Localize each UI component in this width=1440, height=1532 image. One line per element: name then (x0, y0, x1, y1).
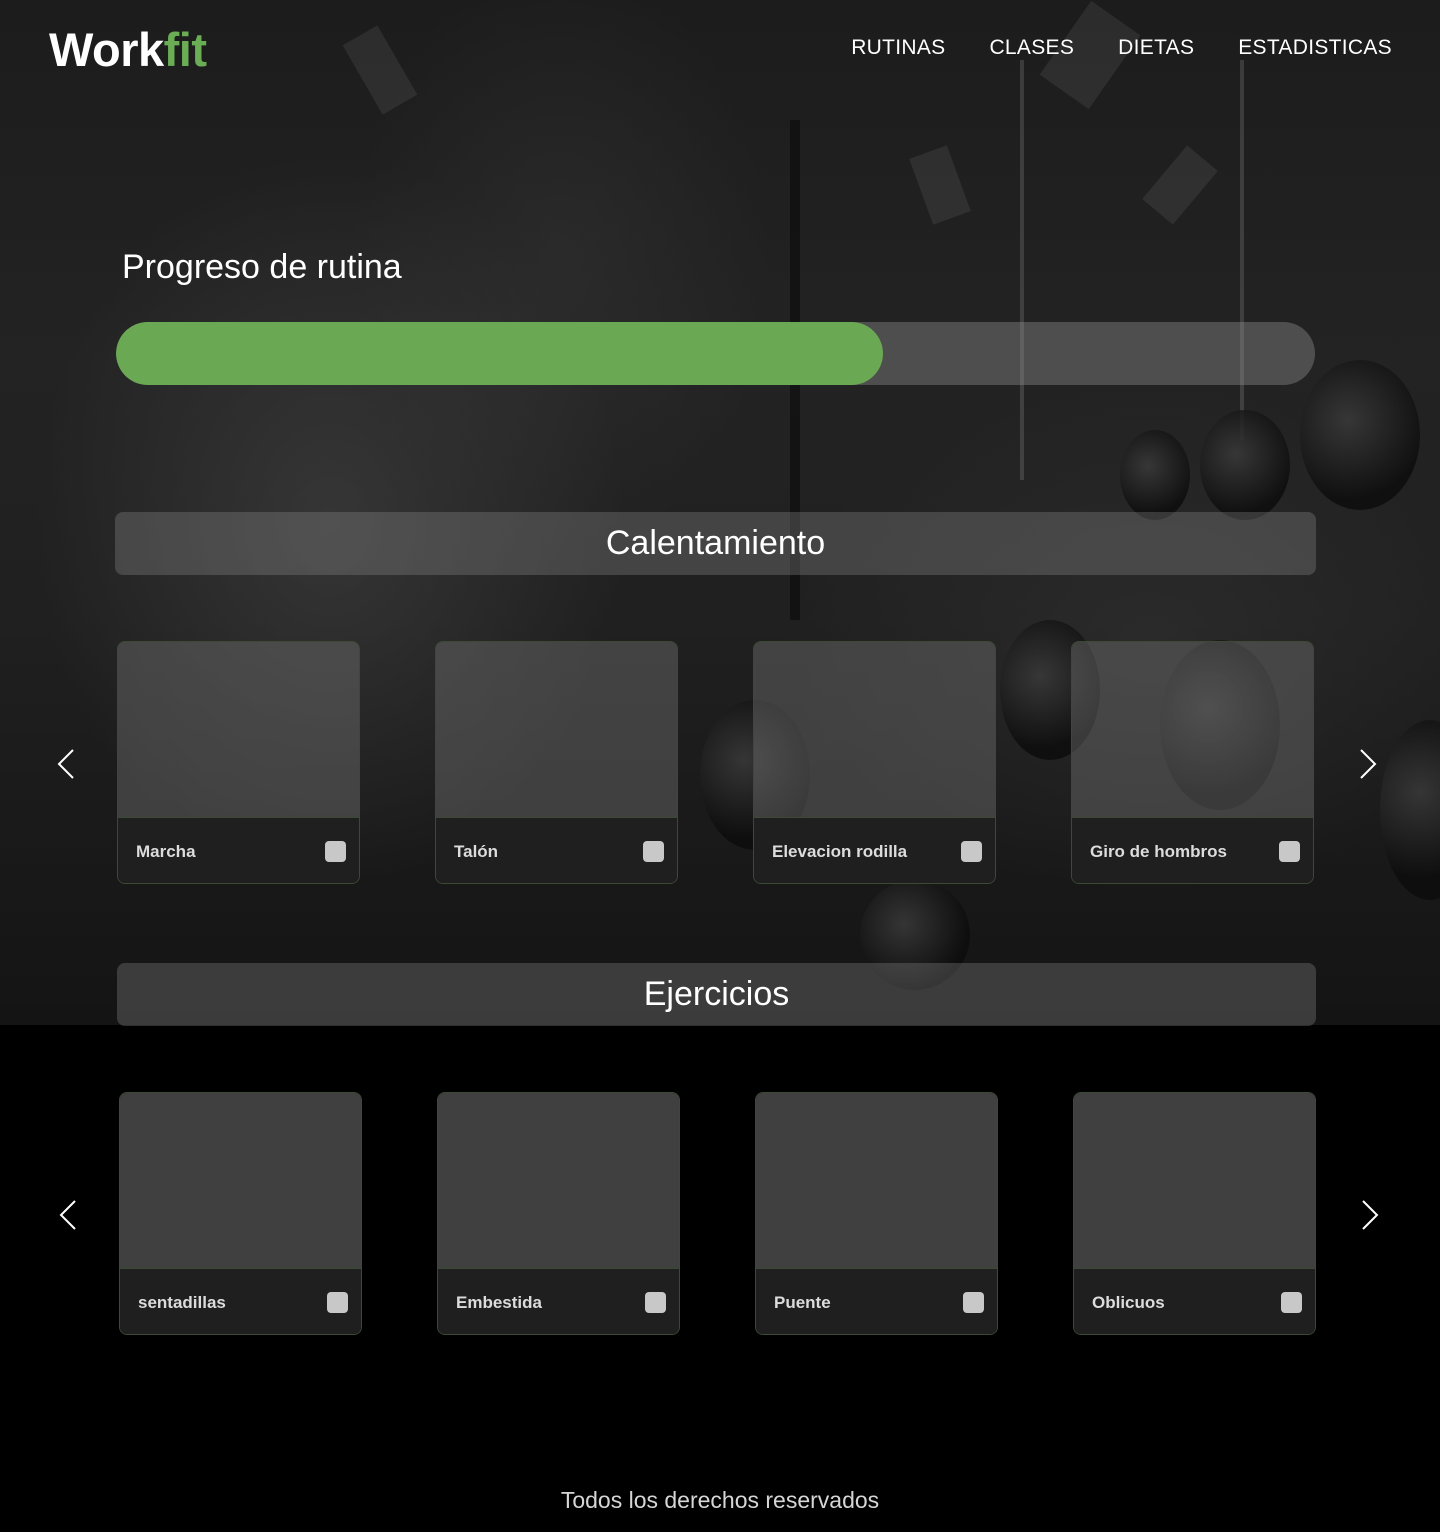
exercise-checkbox[interactable] (327, 1292, 348, 1313)
exercise-card-sentadillas[interactable]: sentadillas (119, 1092, 362, 1335)
exercise-image (438, 1093, 679, 1268)
warmup-section-header: Calentamiento (115, 512, 1316, 575)
exercise-image (118, 642, 359, 817)
card-footer: Giro de hombros (1072, 817, 1313, 883)
warmup-card-talon[interactable]: Talón (435, 641, 678, 884)
exercise-label: Giro de hombros (1090, 841, 1227, 861)
card-footer: Talón (436, 817, 677, 883)
nav-item-dietas[interactable]: DIETAS (1118, 36, 1194, 60)
exercises-title: Ejercicios (643, 975, 790, 1013)
exercise-checkbox[interactable] (643, 841, 664, 862)
exercise-checkbox[interactable] (963, 1292, 984, 1313)
exercise-card-embestida[interactable]: Embestida (437, 1092, 680, 1335)
exercise-checkbox[interactable] (961, 841, 982, 862)
card-footer: sentadillas (120, 1268, 361, 1334)
exercise-image (1072, 642, 1313, 817)
exercise-checkbox[interactable] (325, 841, 346, 862)
brand-name-main: Work (49, 23, 164, 76)
exercise-label: Embestida (456, 1292, 542, 1312)
warmup-card-elevacion-rodilla[interactable]: Elevacion rodilla (753, 641, 996, 884)
warmup-next-chevron-right-icon[interactable] (1352, 744, 1382, 784)
exercise-card-puente[interactable]: Puente (755, 1092, 998, 1335)
footer-copyright: Todos los derechos reservados (560, 1487, 880, 1513)
card-footer: Oblicuos (1074, 1268, 1315, 1334)
exercise-image (754, 642, 995, 817)
brand-logo[interactable]: Workfit (49, 22, 207, 77)
exercise-label: Oblicuos (1092, 1292, 1165, 1312)
exercise-label: sentadillas (138, 1292, 226, 1312)
exercises-prev-chevron-left-icon[interactable] (54, 1195, 84, 1235)
exercise-checkbox[interactable] (1281, 1292, 1302, 1313)
progress-title: Progreso de rutina (122, 248, 402, 286)
exercise-label: Puente (774, 1292, 831, 1312)
brand-name-accent: fit (163, 23, 207, 76)
exercise-label: Talón (454, 841, 499, 861)
exercise-card-oblicuos[interactable]: Oblicuos (1073, 1092, 1316, 1335)
routine-progress-fill (116, 322, 884, 385)
card-footer: Puente (756, 1268, 997, 1334)
exercise-label: Elevacion rodilla (772, 841, 908, 861)
exercise-checkbox[interactable] (645, 1292, 666, 1313)
warmup-card-giro-de-hombros[interactable]: Giro de hombros (1071, 641, 1314, 884)
nav-item-rutinas[interactable]: RUTINAS (851, 36, 945, 60)
card-footer: Marcha (118, 817, 359, 883)
card-footer: Embestida (438, 1268, 679, 1334)
nav-item-estadisticas[interactable]: ESTADISTICAS (1238, 36, 1392, 60)
card-footer: Elevacion rodilla (754, 817, 995, 883)
warmup-title: Calentamiento (605, 524, 826, 562)
exercise-image (756, 1093, 997, 1268)
exercise-image (120, 1093, 361, 1268)
warmup-card-marcha[interactable]: Marcha (117, 641, 360, 884)
exercises-section-header: Ejercicios (117, 963, 1316, 1026)
exercises-next-chevron-right-icon[interactable] (1354, 1195, 1384, 1235)
exercise-label: Marcha (136, 841, 196, 861)
routine-progress-bar (116, 322, 1315, 385)
exercise-image (436, 642, 677, 817)
nav-item-clases[interactable]: CLASES (989, 36, 1074, 60)
exercise-image (1074, 1093, 1315, 1268)
warmup-prev-chevron-left-icon[interactable] (52, 744, 82, 784)
exercise-checkbox[interactable] (1279, 841, 1300, 862)
main-nav: RUTINAS CLASES DIETAS ESTADISTICAS (851, 36, 1392, 60)
